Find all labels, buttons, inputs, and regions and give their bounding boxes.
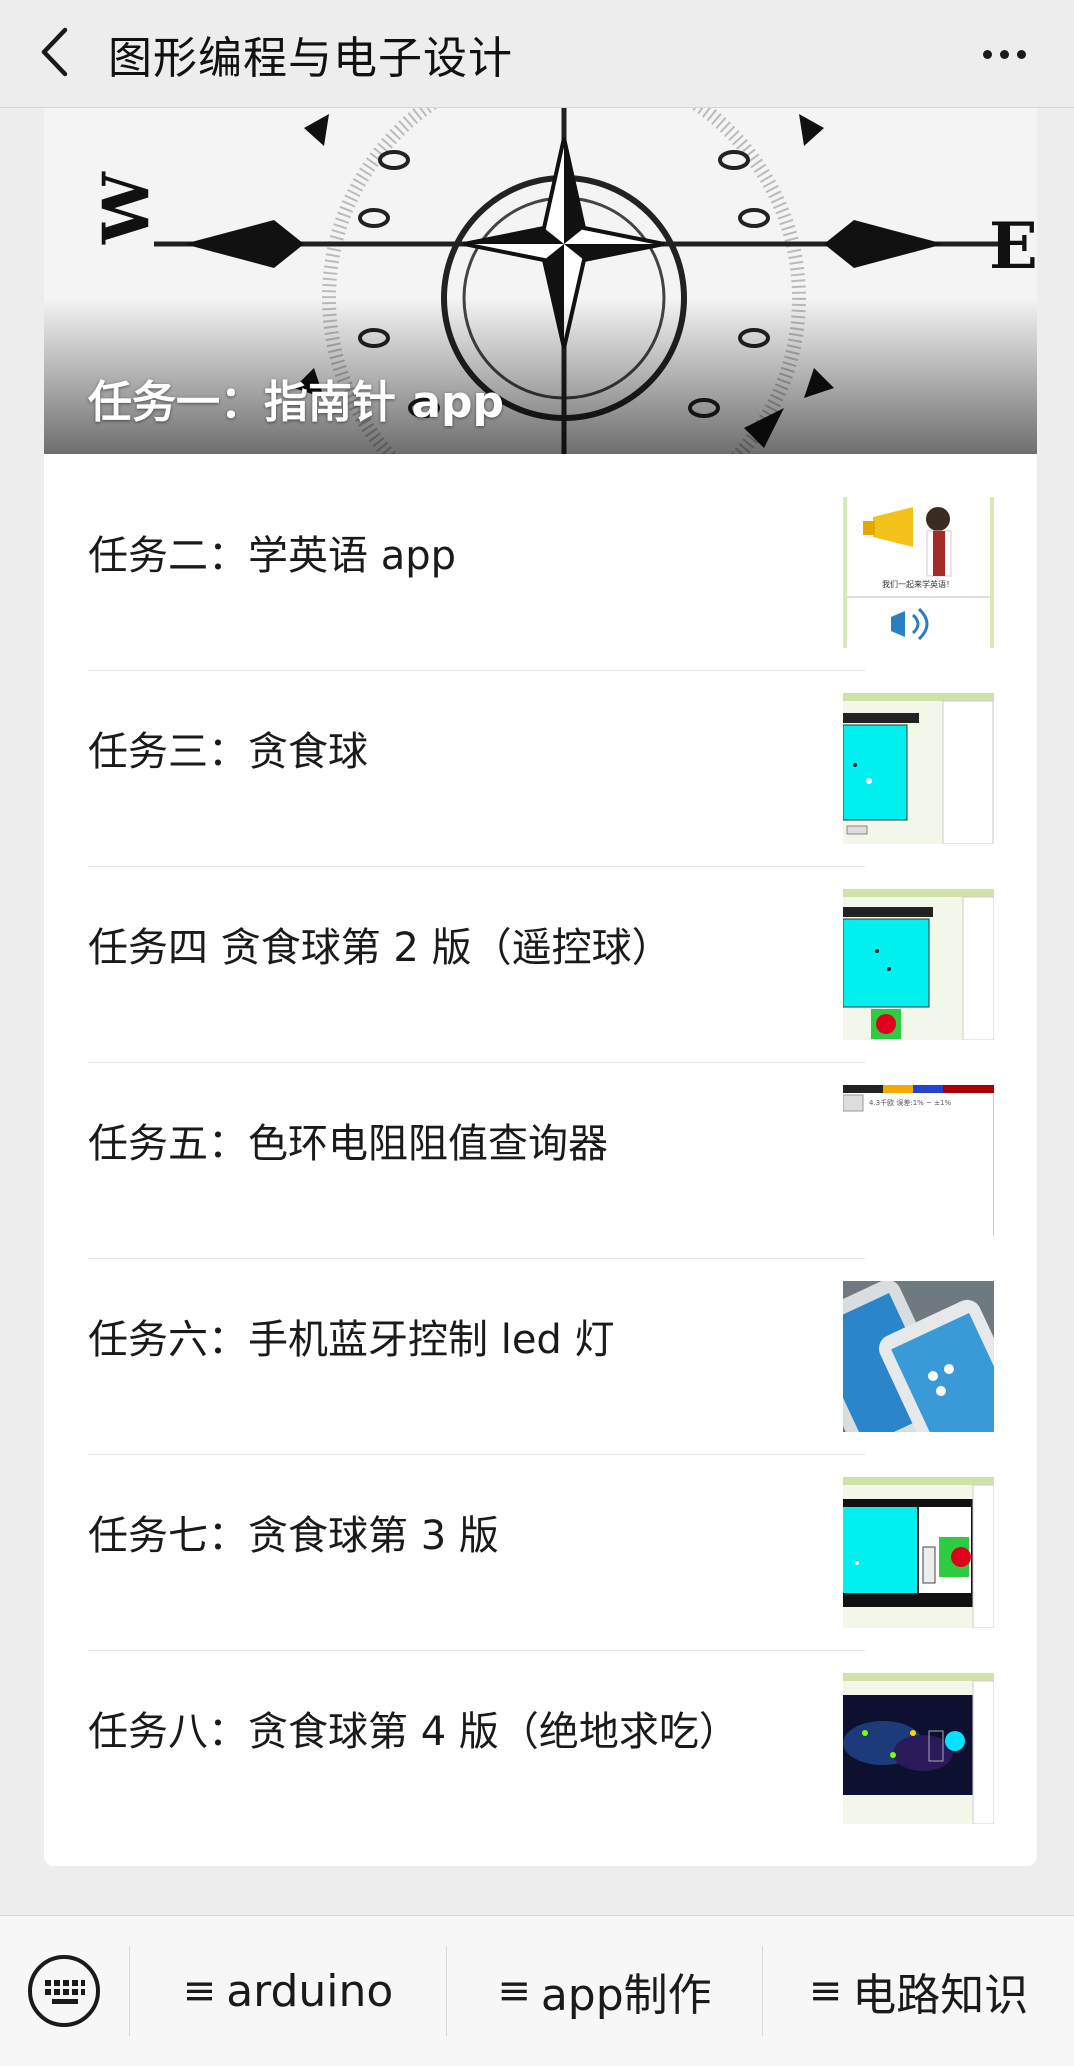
chevron-left-icon — [41, 27, 68, 77]
list-item[interactable]: 任务二：学英语 app 我们一起来学英语！ — [44, 454, 1037, 650]
menu-list-icon: ≡ — [808, 1968, 843, 2014]
list-item-label: 任务六：手机蓝牙控制 led 灯 — [88, 1317, 615, 1363]
list-item[interactable]: 任务四 贪食球第 2 版（遥控球） — [44, 846, 1037, 1042]
list-item-label: 任务五：色环电阻阻值查询器 — [88, 1121, 608, 1167]
list-item-label: 任务四 贪食球第 2 版（遥控球） — [88, 925, 672, 971]
svg-text:我们一起来学英语！: 我们一起来学英语！ — [882, 579, 954, 589]
megaphone-english-thumb: 我们一起来学英语！ — [843, 497, 994, 648]
page-title: 图形编程与电子设计 — [108, 32, 513, 84]
phones-photo-thumb — [843, 1281, 994, 1432]
cyan-canvas-thumb — [843, 693, 994, 844]
list-item-label: 任务八：贪食球第 4 版（绝地求吃） — [88, 1709, 739, 1755]
menu-app[interactable]: ≡ app制作 — [447, 1916, 762, 2066]
keyboard-icon — [28, 1955, 100, 2027]
list-item[interactable]: 任务五：色环电阻阻值查询器 4.3千欧 误差:1% ~ ±1% — [44, 1042, 1037, 1238]
menu-label: 电路知识 — [852, 1970, 1029, 2021]
menu-list-icon: ≡ — [182, 1968, 217, 2014]
list-item[interactable]: 任务六：手机蓝牙控制 led 灯 — [44, 1238, 1037, 1434]
article-card: W E 任务一：指南针 app 任务二：学英语 app 我们一起来学英语！ 任务… — [44, 108, 1037, 1866]
cyan-canvas-red-ball-thumb — [843, 889, 994, 1040]
more-dots-icon — [982, 49, 992, 59]
back-button[interactable] — [34, 20, 74, 84]
keyboard-toggle-button[interactable] — [26, 1953, 102, 2029]
resistor-app-thumb: 4.3千欧 误差:1% ~ ±1% — [843, 1085, 994, 1236]
list-item-label: 任务三：贪食球 — [88, 729, 368, 775]
menu-arduino[interactable]: ≡ arduino — [130, 1916, 446, 2066]
list-item[interactable]: 任务八：贪食球第 4 版（绝地求吃） — [44, 1630, 1037, 1826]
list-item[interactable]: 任务三：贪食球 — [44, 650, 1037, 846]
menu-label: arduino — [226, 1965, 394, 2017]
list-item[interactable]: 任务七：贪食球第 3 版 — [44, 1434, 1037, 1630]
hero-article[interactable]: W E 任务一：指南针 app — [44, 108, 1037, 454]
svg-text:E: E — [989, 209, 1037, 284]
hero-title: 任务一：指南针 app — [88, 377, 505, 428]
dark-game-thumb — [843, 1673, 994, 1824]
svg-text:W: W — [89, 171, 164, 245]
top-bar: 图形编程与电子设计 — [0, 0, 1074, 108]
cyan-canvas-green-panel-thumb — [843, 1477, 994, 1628]
more-button[interactable] — [974, 26, 1034, 82]
bottom-menu-bar: ≡ arduino ≡ app制作 ≡ 电路知识 — [0, 1915, 1074, 2066]
list-item-label: 任务二：学英语 app — [88, 533, 457, 579]
menu-circuit[interactable]: ≡ 电路知识 — [763, 1916, 1074, 2066]
list-item-label: 任务七：贪食球第 3 版 — [88, 1513, 499, 1559]
svg-text:4.3千欧 误差:1% ~ ±1%: 4.3千欧 误差:1% ~ ±1% — [869, 1098, 951, 1107]
menu-list-icon: ≡ — [497, 1968, 531, 2014]
menu-label: app制作 — [540, 1970, 712, 2021]
